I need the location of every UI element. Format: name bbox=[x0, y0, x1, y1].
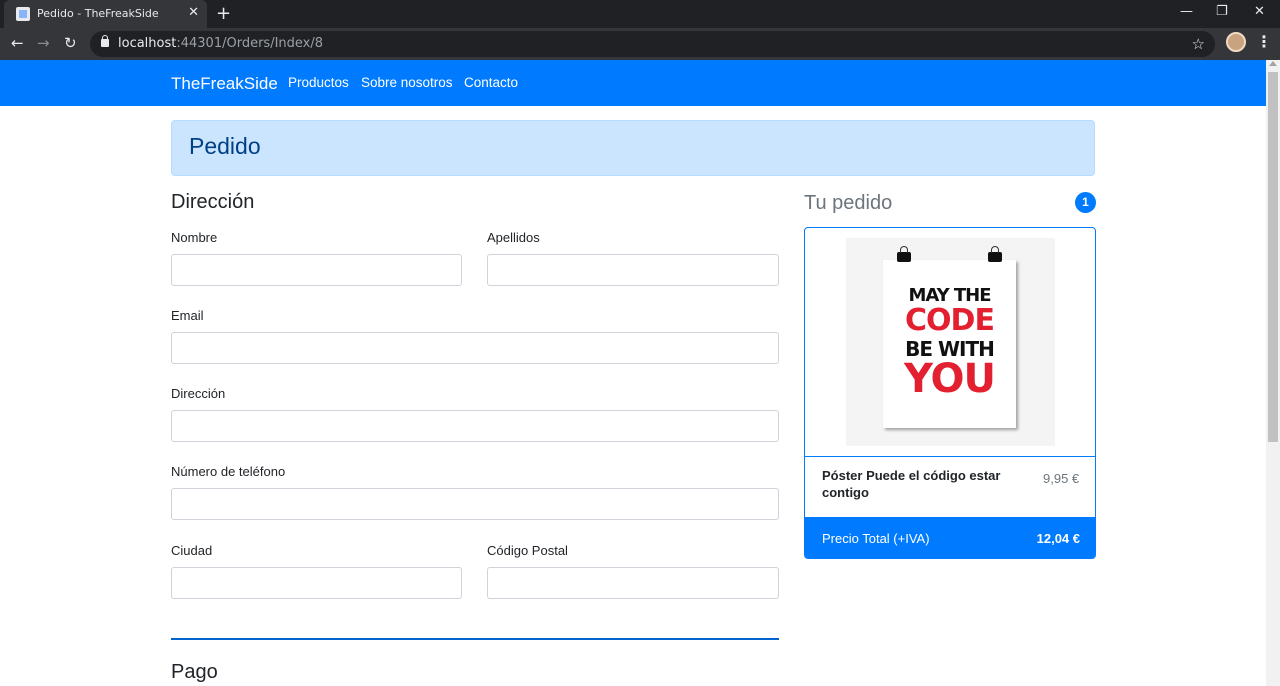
browser-tab[interactable]: Pedido - TheFreakSide ✕ bbox=[4, 0, 207, 28]
ciudad-label: Ciudad bbox=[171, 543, 213, 558]
binder-clip-icon bbox=[988, 246, 1002, 262]
binder-clip-icon bbox=[897, 246, 911, 262]
total-label: Precio Total (+IVA) bbox=[822, 531, 930, 546]
nav-link-productos[interactable]: Productos bbox=[288, 75, 349, 90]
profile-avatar[interactable] bbox=[1226, 32, 1246, 52]
page-favicon-icon bbox=[16, 7, 30, 21]
page-header-alert: Pedido bbox=[171, 120, 1095, 176]
site-brand[interactable]: TheFreakSide bbox=[171, 74, 278, 94]
address-heading: Dirección bbox=[171, 191, 255, 213]
tab-close-icon[interactable]: ✕ bbox=[188, 5, 199, 21]
order-item-name: Póster Puede el código estar contigo bbox=[822, 468, 1001, 500]
nav-link-contacto[interactable]: Contacto bbox=[464, 75, 518, 90]
poster-text-line: YOU bbox=[903, 356, 996, 402]
codigo-postal-label: Código Postal bbox=[487, 543, 568, 558]
minimize-icon[interactable]: — bbox=[1180, 4, 1193, 19]
email-input[interactable] bbox=[171, 332, 779, 364]
forward-icon[interactable]: → bbox=[37, 34, 50, 52]
order-item-price: 9,95 € bbox=[1043, 471, 1080, 486]
apellidos-input[interactable] bbox=[487, 254, 779, 286]
order-total-bar: Precio Total (+IVA) 12,04 € bbox=[805, 517, 1095, 558]
scrollbar-thumb[interactable] bbox=[1268, 72, 1278, 442]
bookmark-star-icon[interactable]: ☆ bbox=[1192, 35, 1205, 53]
poster-graphic: MAY THE CODE BE WITH YOU bbox=[883, 246, 1016, 428]
direccion-input[interactable] bbox=[171, 410, 779, 442]
browser-menu-icon[interactable]: ⋮ bbox=[1256, 32, 1272, 51]
new-tab-button[interactable]: + bbox=[216, 3, 231, 24]
order-summary-title: Tu pedido bbox=[804, 192, 893, 214]
apellidos-label: Apellidos bbox=[487, 230, 540, 245]
page-viewport: TheFreakSide Productos Sobre nosotros Co… bbox=[0, 60, 1266, 686]
url-text[interactable]: localhost:44301/Orders/Index/8 bbox=[118, 36, 323, 51]
telefono-label: Número de teléfono bbox=[171, 464, 286, 479]
tab-title: Pedido - TheFreakSide bbox=[37, 7, 159, 20]
direccion-label: Dirección bbox=[171, 386, 226, 401]
maximize-icon[interactable]: ❐ bbox=[1216, 4, 1228, 19]
product-image: MAY THE CODE BE WITH YOU bbox=[846, 238, 1055, 446]
order-count-badge: 1 bbox=[1075, 192, 1096, 213]
site-navbar: TheFreakSide Productos Sobre nosotros Co… bbox=[0, 60, 1266, 106]
payment-heading: Pago bbox=[171, 661, 218, 683]
lock-icon[interactable] bbox=[101, 35, 109, 47]
section-divider bbox=[171, 638, 779, 640]
card-divider bbox=[805, 456, 1095, 457]
browser-toolbar: ← → ↻ localhost:44301/Orders/Index/8 ☆ ⋮ bbox=[0, 28, 1280, 60]
page-title: Pedido bbox=[189, 133, 261, 159]
ciudad-input[interactable] bbox=[171, 567, 462, 599]
email-label: Email bbox=[171, 308, 204, 323]
reload-icon[interactable]: ↻ bbox=[64, 34, 77, 52]
order-card: MAY THE CODE BE WITH YOU Póster Puede el… bbox=[804, 227, 1096, 559]
nombre-label: Nombre bbox=[171, 230, 218, 245]
telefono-input[interactable] bbox=[171, 488, 779, 520]
back-icon[interactable]: ← bbox=[11, 34, 24, 52]
total-value: 12,04 € bbox=[1036, 531, 1080, 546]
scroll-up-icon[interactable] bbox=[1269, 61, 1277, 66]
address-bar[interactable]: localhost:44301/Orders/Index/8 ☆ bbox=[90, 31, 1215, 57]
nombre-input[interactable] bbox=[171, 254, 462, 286]
browser-tabstrip: Pedido - TheFreakSide ✕ + — ❐ ✕ bbox=[0, 0, 1280, 28]
codigo-postal-input[interactable] bbox=[487, 567, 779, 599]
poster-text-line: CODE bbox=[905, 303, 995, 338]
page-scrollbar[interactable] bbox=[1266, 60, 1280, 686]
nav-link-sobre-nosotros[interactable]: Sobre nosotros bbox=[361, 75, 453, 90]
window-close-icon[interactable]: ✕ bbox=[1254, 4, 1265, 19]
